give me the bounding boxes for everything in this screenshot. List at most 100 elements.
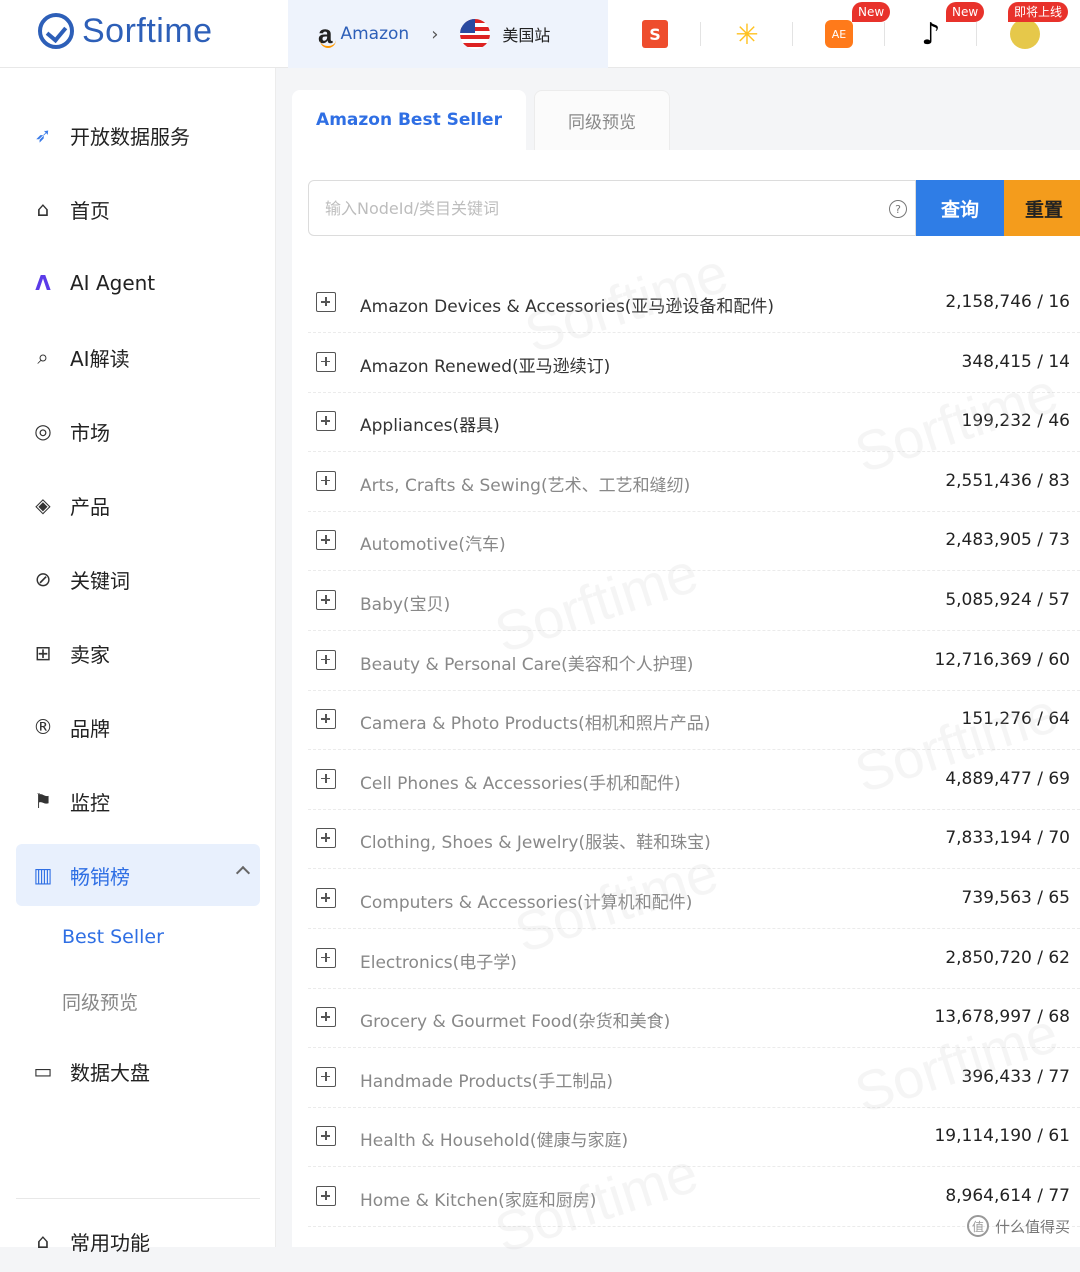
platform-aliexpress[interactable]: AE [824,14,854,54]
expand-plus-icon[interactable] [316,351,336,372]
category-name[interactable]: Home & Kitchen(家庭和厨房) [360,1186,596,1211]
table-row[interactable]: Health & Household(健康与家庭) 19,114,190 / 61 [308,1108,1080,1168]
sidebar-item-ai-analysis[interactable]: ⌕ AI解读 [16,326,260,388]
search-input[interactable] [325,198,865,218]
upcoming-platform-icon [1010,19,1040,49]
sidebar-item-label: 品牌 [70,716,110,741]
coming-soon-badge: 即将上线 [1008,2,1069,22]
category-count: 19,114,190 / 61 [934,1126,1070,1147]
sidebar-subitem-best-seller[interactable]: Best Seller [62,926,164,948]
brand-logo[interactable]: Sorftime [38,6,213,56]
monitor-icon: ⚑ [34,789,52,813]
sidebar-item-ai-agent[interactable]: Λ AI Agent [16,252,260,314]
sidebar-item-keyword[interactable]: ⊘ 关键词 [16,548,260,610]
platform-walmart[interactable]: ✳ [732,14,762,54]
category-name[interactable]: Health & Household(健康与家庭) [360,1126,628,1151]
category-name[interactable]: Automotive(汽车) [360,530,506,555]
new-badge: New [946,2,985,22]
platform-shopee[interactable]: S [640,14,670,54]
expand-plus-icon[interactable] [316,1186,336,1206]
sidebar-item-label: 畅销榜 [70,864,130,889]
credit-text: 什么值得买 [994,1217,1070,1236]
expand-plus-icon[interactable] [316,411,336,432]
expand-plus-icon[interactable] [316,590,336,610]
category-name[interactable]: Arts, Crafts & Sewing(艺术、工艺和缝纫) [360,471,690,496]
category-name[interactable]: Camera & Photo Products(相机和照片产品) [360,709,710,734]
table-row[interactable]: Handmade Products(手工制品) 396,433 / 77 [308,1049,1080,1108]
table-row[interactable]: Baby(宝贝) 5,085,924 / 57 [308,572,1080,631]
category-name[interactable]: Amazon Renewed(亚马逊续订) [360,352,610,377]
table-row[interactable]: Computers & Accessories(计算机和配件) 739,563 /… [308,870,1080,929]
category-count: 2,158,746 / 16 [945,292,1070,312]
new-badge: New [852,2,891,22]
reset-button[interactable]: 重置 [1004,180,1080,236]
expand-plus-icon[interactable] [316,828,336,849]
divider [700,22,701,46]
table-row[interactable]: Beauty & Personal Care(美容和个人护理) 12,716,36… [308,632,1080,691]
table-row[interactable]: Appliances(器具) 199,232 / 46 [308,393,1080,453]
category-count: 739,563 / 65 [961,888,1070,908]
table-row[interactable]: Amazon Devices & Accessories(亚马逊设备和配件) 2,… [308,274,1080,333]
query-button[interactable]: 查询 [916,180,1004,236]
category-name[interactable]: Amazon Devices & Accessories(亚马逊设备和配件) [360,292,774,317]
tiktok-icon: ♪ [921,16,941,52]
category-name[interactable]: Computers & Accessories(计算机和配件) [360,888,692,913]
sidebar-item-product[interactable]: ◈ 产品 [16,474,260,536]
expand-plus-icon[interactable] [316,709,336,730]
platform-tiktok[interactable]: ♪ [916,14,946,54]
table-row[interactable]: Amazon Renewed(亚马逊续订) 348,415 / 14 [308,334,1080,393]
bestseller-icon: ▥ [33,863,53,887]
table-row[interactable]: Clothing, Shoes & Jewelry(服装、鞋和珠宝) 7,833,… [308,810,1080,870]
help-icon[interactable]: ? [889,200,907,218]
us-flag-icon [460,19,491,49]
expand-plus-icon[interactable] [316,1066,336,1087]
sidebar-item-brand[interactable]: ® 品牌 [16,696,260,758]
table-row[interactable]: Camera & Photo Products(相机和照片产品) 151,276 … [308,691,1080,751]
sidebar-item-seller[interactable]: ⊞ 卖家 [16,622,260,684]
expand-plus-icon[interactable] [316,292,336,312]
sidebar-subitem-peer-preview[interactable]: 同级预览 [62,988,138,1015]
seller-icon: ⊞ [34,641,52,665]
expand-plus-icon[interactable] [316,1126,336,1147]
sidebar-item-label: AI Agent [70,271,156,295]
expand-plus-icon[interactable] [316,888,336,908]
aliexpress-icon: AE [825,20,853,48]
table-row[interactable]: Electronics(电子学) 2,850,720 / 62 [308,930,1080,989]
sidebar-item-bestseller[interactable]: ▥ 畅销榜 [16,844,260,906]
expand-plus-icon[interactable] [316,530,336,551]
category-name[interactable]: Electronics(电子学) [360,948,517,973]
category-name[interactable]: Grocery & Gourmet Food(杂货和美食) [360,1007,670,1032]
category-name[interactable]: Cell Phones & Accessories(手机和配件) [360,769,681,794]
sidebar-item-label: 监控 [70,790,110,815]
expand-plus-icon[interactable] [316,649,336,670]
table-row[interactable]: Arts, Crafts & Sewing(艺术、工艺和缝纫) 2,551,436… [308,453,1080,512]
sidebar-item-market[interactable]: ◎ 市场 [16,400,260,462]
expand-plus-icon[interactable] [316,947,336,968]
divider [976,22,977,46]
sidebar-item-label: 常用功能 [70,1230,150,1255]
table-row[interactable]: Home & Kitchen(家庭和厨房) 8,964,614 / 77 [308,1168,1080,1227]
table-row[interactable]: Automotive(汽车) 2,483,905 / 73 [308,512,1080,572]
country-label: 美国站 [502,26,551,45]
expand-plus-icon[interactable] [316,1007,336,1028]
tab-amazon-best-seller[interactable]: Amazon Best Seller [292,90,526,150]
table-row[interactable]: Grocery & Gourmet Food(杂货和美食) 13,678,997 … [308,989,1080,1049]
credit-logo-icon: 值 [966,1215,989,1237]
category-name[interactable]: Appliances(器具) [360,411,500,436]
category-name[interactable]: Beauty & Personal Care(美容和个人护理) [360,650,693,675]
sidebar-item-monitor[interactable]: ⚑ 监控 [16,770,260,832]
sidebar-item-home[interactable]: ⌂ 首页 [16,178,260,240]
sidebar-item-dashboard[interactable]: ▭ 数据大盘 [16,1040,260,1102]
category-name[interactable]: Clothing, Shoes & Jewelry(服装、鞋和珠宝) [360,828,711,853]
expand-plus-icon[interactable] [316,768,336,789]
product-icon: ◈ [35,493,51,517]
site-switcher[interactable]: a Amazon › 美国站 [288,0,608,68]
tab-peer-preview[interactable]: 同级预览 [534,90,670,150]
category-name[interactable]: Handmade Products(手工制品) [360,1067,613,1092]
expand-plus-icon[interactable] [316,470,336,491]
sidebar-item-open-data[interactable]: ➶ 开放数据服务 [16,104,260,166]
table-row[interactable]: Cell Phones & Accessories(手机和配件) 4,889,47… [308,751,1080,810]
category-name[interactable]: Baby(宝贝) [360,590,450,615]
amazon-logo-icon: a [318,18,337,49]
sidebar-item-common[interactable]: ⌂ 常用功能 [16,1210,260,1272]
